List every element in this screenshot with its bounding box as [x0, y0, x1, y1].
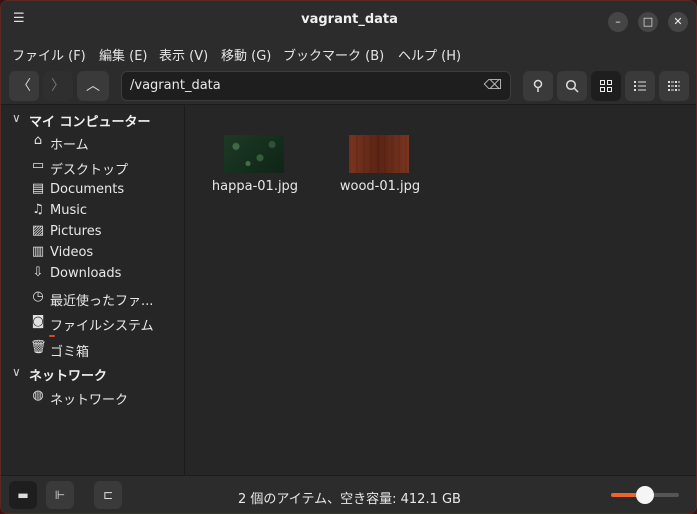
file-name: happa-01.jpg: [211, 179, 299, 194]
image-thumbnail[interactable]: [224, 135, 284, 173]
file-name: wood-01.jpg: [339, 179, 421, 194]
sidebar-item-home[interactable]: ⌂ ホーム: [1, 132, 185, 153]
search-icon: [565, 79, 579, 93]
sidebar-item-label: Videos: [50, 245, 94, 260]
list-view-button[interactable]: [625, 71, 655, 101]
minimize-button[interactable]: –: [608, 12, 628, 32]
home-icon: ⌂: [33, 133, 43, 148]
menu-bar: ファイル (F) 編集 (E) 表示 (V) 移動 (G) ブックマーク (B)…: [1, 39, 696, 67]
toolbar: 〈 〉 ︿ /vagrant_data ⌫: [1, 67, 696, 105]
sidebar-item-label: Downloads: [50, 266, 122, 281]
menu-file[interactable]: ファイル (F): [12, 45, 86, 64]
sidebar-item-label: ネットワーク: [50, 393, 129, 408]
zoom-slider[interactable]: [611, 486, 679, 504]
sidebar-section-network[interactable]: ∨ ネットワーク: [1, 363, 185, 385]
compact-view-button[interactable]: [659, 71, 689, 101]
sidebar-item-pictures[interactable]: ▨ Pictures: [1, 222, 185, 243]
sidebar-item-recent[interactable]: ◷ 最近使ったファ...: [1, 288, 185, 309]
close-button[interactable]: ✕: [668, 12, 688, 32]
network-icon: ◍: [32, 388, 44, 403]
sidebar-item-music[interactable]: ♫ Music: [1, 201, 185, 222]
sidebar-item-label: 最近使ったファ...: [50, 294, 154, 309]
sidebar-item-desktop[interactable]: ▭ デスクトップ: [1, 157, 185, 178]
pin-icon: [533, 79, 543, 92]
desktop-icon: ▭: [31, 158, 45, 173]
sidebar-item-downloads[interactable]: ⇩ Downloads: [1, 264, 185, 285]
clear-location-icon[interactable]: ⌫: [484, 78, 502, 93]
filesystem-icon: ◙: [31, 314, 45, 329]
sidebar-item-trash[interactable]: 🗑 ゴミ箱: [1, 339, 185, 360]
chevron-up-icon: ︿: [86, 78, 100, 94]
icon-view-button[interactable]: [591, 71, 621, 101]
pictures-icon: ▨: [31, 223, 45, 238]
maximize-button[interactable]: □: [638, 12, 658, 32]
sidebar-item-label: Pictures: [50, 224, 102, 239]
file-manager-window: ☰ vagrant_data – □ ✕ ファイル (F) 編集 (E) 表示 …: [0, 0, 697, 514]
sidebar-item-label: Music: [50, 203, 87, 218]
chevron-left-icon: 〈: [17, 78, 31, 94]
up-button[interactable]: ︿: [77, 71, 109, 101]
list-view-icon: [634, 81, 646, 91]
file-item[interactable]: happa-01.jpg: [200, 133, 310, 203]
file-item[interactable]: wood-01.jpg: [325, 133, 435, 203]
status-text: 2 個のアイテム、空き容量: 412.1 GB: [238, 492, 461, 507]
grid-view-icon: [600, 80, 612, 92]
sidebar: ∨ マイ コンピューター ⌂ ホーム ▭ デスクトップ ▤ Documents …: [1, 105, 185, 475]
sidebar-section-label: ネットワーク: [29, 369, 108, 384]
location-bar[interactable]: /vagrant_data ⌫: [121, 71, 511, 101]
status-bar: ▬ ⊩ ⊏ 2 個のアイテム、空き容量: 412.1 GB: [1, 475, 696, 513]
sidebar-section-computer[interactable]: ∨ マイ コンピューター: [1, 109, 185, 131]
sidebar-item-documents[interactable]: ▤ Documents: [1, 180, 185, 201]
menu-edit[interactable]: 編集 (E): [99, 45, 148, 64]
sidebar-item-label: ゴミ箱: [50, 345, 90, 360]
back-button[interactable]: 〈: [9, 71, 39, 101]
chevron-down-icon[interactable]: ∨: [12, 365, 21, 379]
menu-bookmarks[interactable]: ブックマーク (B): [283, 45, 384, 64]
videos-icon: ▥: [31, 244, 45, 259]
zoom-slider-handle[interactable]: [636, 486, 654, 504]
menu-view[interactable]: 表示 (V): [159, 45, 208, 64]
sidebar-section-label: マイ コンピューター: [29, 115, 151, 130]
search-button[interactable]: [557, 71, 587, 101]
usage-indicator: [49, 335, 55, 337]
chevron-down-icon[interactable]: ∨: [12, 111, 21, 125]
file-view[interactable]: happa-01.jpg wood-01.jpg: [186, 105, 696, 475]
location-toggle-button[interactable]: [523, 71, 553, 101]
sidebar-item-videos[interactable]: ▥ Videos: [1, 243, 185, 264]
music-icon: ♫: [32, 202, 44, 217]
documents-icon: ▤: [31, 181, 45, 196]
sidebar-item-filesystem[interactable]: ◙ ファイルシステム: [1, 313, 185, 337]
image-thumbnail[interactable]: [349, 135, 409, 173]
chevron-right-icon: 〉: [51, 78, 65, 94]
forward-button[interactable]: 〉: [43, 71, 73, 101]
title-bar: ☰ vagrant_data – □ ✕: [1, 1, 696, 39]
window-title: vagrant_data: [301, 12, 398, 27]
menu-go[interactable]: 移動 (G): [221, 45, 271, 64]
sidebar-item-label: ホーム: [50, 138, 89, 153]
sidebar-item-label: ファイルシステム: [50, 319, 154, 334]
menu-help[interactable]: ヘルプ (H): [398, 45, 461, 64]
downloads-icon: ⇩: [32, 265, 44, 280]
sidebar-item-label: デスクトップ: [50, 163, 129, 178]
sidebar-item-label: Documents: [50, 182, 125, 197]
compact-view-icon: [668, 81, 680, 91]
location-path[interactable]: /vagrant_data: [130, 78, 221, 93]
recent-icon: ◷: [32, 289, 44, 304]
trash-icon: 🗑: [30, 340, 47, 355]
sidebar-item-network[interactable]: ◍ ネットワーク: [1, 387, 185, 408]
